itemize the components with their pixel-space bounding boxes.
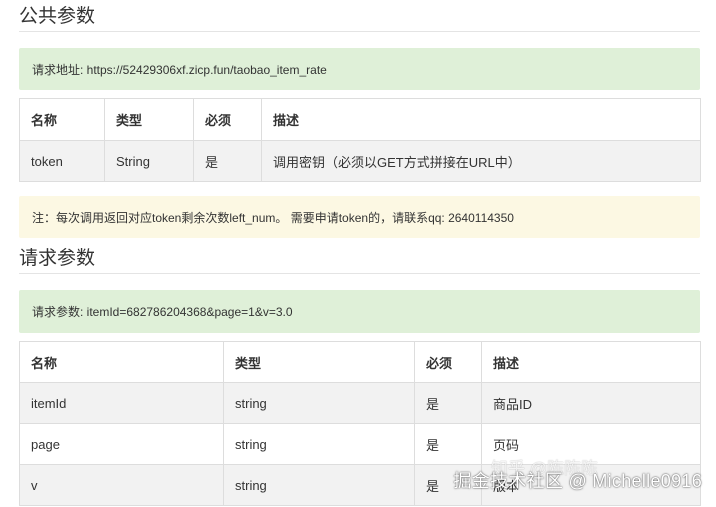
cell-required: 是 <box>414 423 482 465</box>
request-params-divider <box>19 273 700 274</box>
cell-type: String <box>104 140 194 182</box>
cell-name: token <box>19 140 105 182</box>
cell-name: v <box>19 464 224 506</box>
public-params-table: 名称 类型 必须 描述 token String 是 调用密钥（必须以GET方式… <box>19 98 701 182</box>
request-example-box: 请求参数: itemId=682786204368&page=1&v=3.0 <box>19 290 700 333</box>
col-header-name: 名称 <box>19 98 105 141</box>
cell-type: string <box>223 464 415 506</box>
col-header-desc: 描述 <box>481 341 701 383</box>
table-header-row: 名称 类型 必须 描述 <box>19 98 701 141</box>
api-doc-page: 公共参数 请求地址: https://52429306xf.zicp.fun/t… <box>0 0 716 507</box>
cell-name: page <box>19 423 224 465</box>
table-row: token String 是 调用密钥（必须以GET方式拼接在URL中） <box>19 140 701 182</box>
juejin-watermark: 掘金技术社区 @ Michelle0916 <box>453 471 702 491</box>
table-row: page string 是 页码 <box>19 423 701 465</box>
cell-desc: 调用密钥（必须以GET方式拼接在URL中） <box>261 140 701 182</box>
col-header-name: 名称 <box>19 341 224 383</box>
request-url-text: 请求地址: https://52429306xf.zicp.fun/taobao… <box>32 62 327 77</box>
request-example-text: 请求参数: itemId=682786204368&page=1&v=3.0 <box>32 305 293 319</box>
col-header-required: 必须 <box>193 98 262 141</box>
cell-desc: 商品ID <box>481 382 701 424</box>
token-notice-text: 注：每次调用返回对应token剩余次数left_num。 需要申请token的，… <box>32 210 514 225</box>
token-notice-box: 注：每次调用返回对应token剩余次数left_num。 需要申请token的，… <box>19 196 700 238</box>
public-params-divider <box>19 31 700 32</box>
public-params-title: 公共参数 <box>19 6 96 27</box>
request-params-title: 请求参数 <box>19 248 96 269</box>
cell-type: string <box>223 382 415 424</box>
request-url-box: 请求地址: https://52429306xf.zicp.fun/taobao… <box>19 48 700 90</box>
table-header-row: 名称 类型 必须 描述 <box>19 341 701 383</box>
col-header-desc: 描述 <box>261 98 701 141</box>
cell-required: 是 <box>414 382 482 424</box>
cell-type: string <box>223 423 415 465</box>
col-header-type: 类型 <box>223 341 415 383</box>
col-header-required: 必须 <box>414 341 482 383</box>
cell-name: itemId <box>19 382 224 424</box>
table-row: itemId string 是 商品ID <box>19 382 701 424</box>
col-header-type: 类型 <box>104 98 194 141</box>
cell-required: 是 <box>193 140 262 182</box>
